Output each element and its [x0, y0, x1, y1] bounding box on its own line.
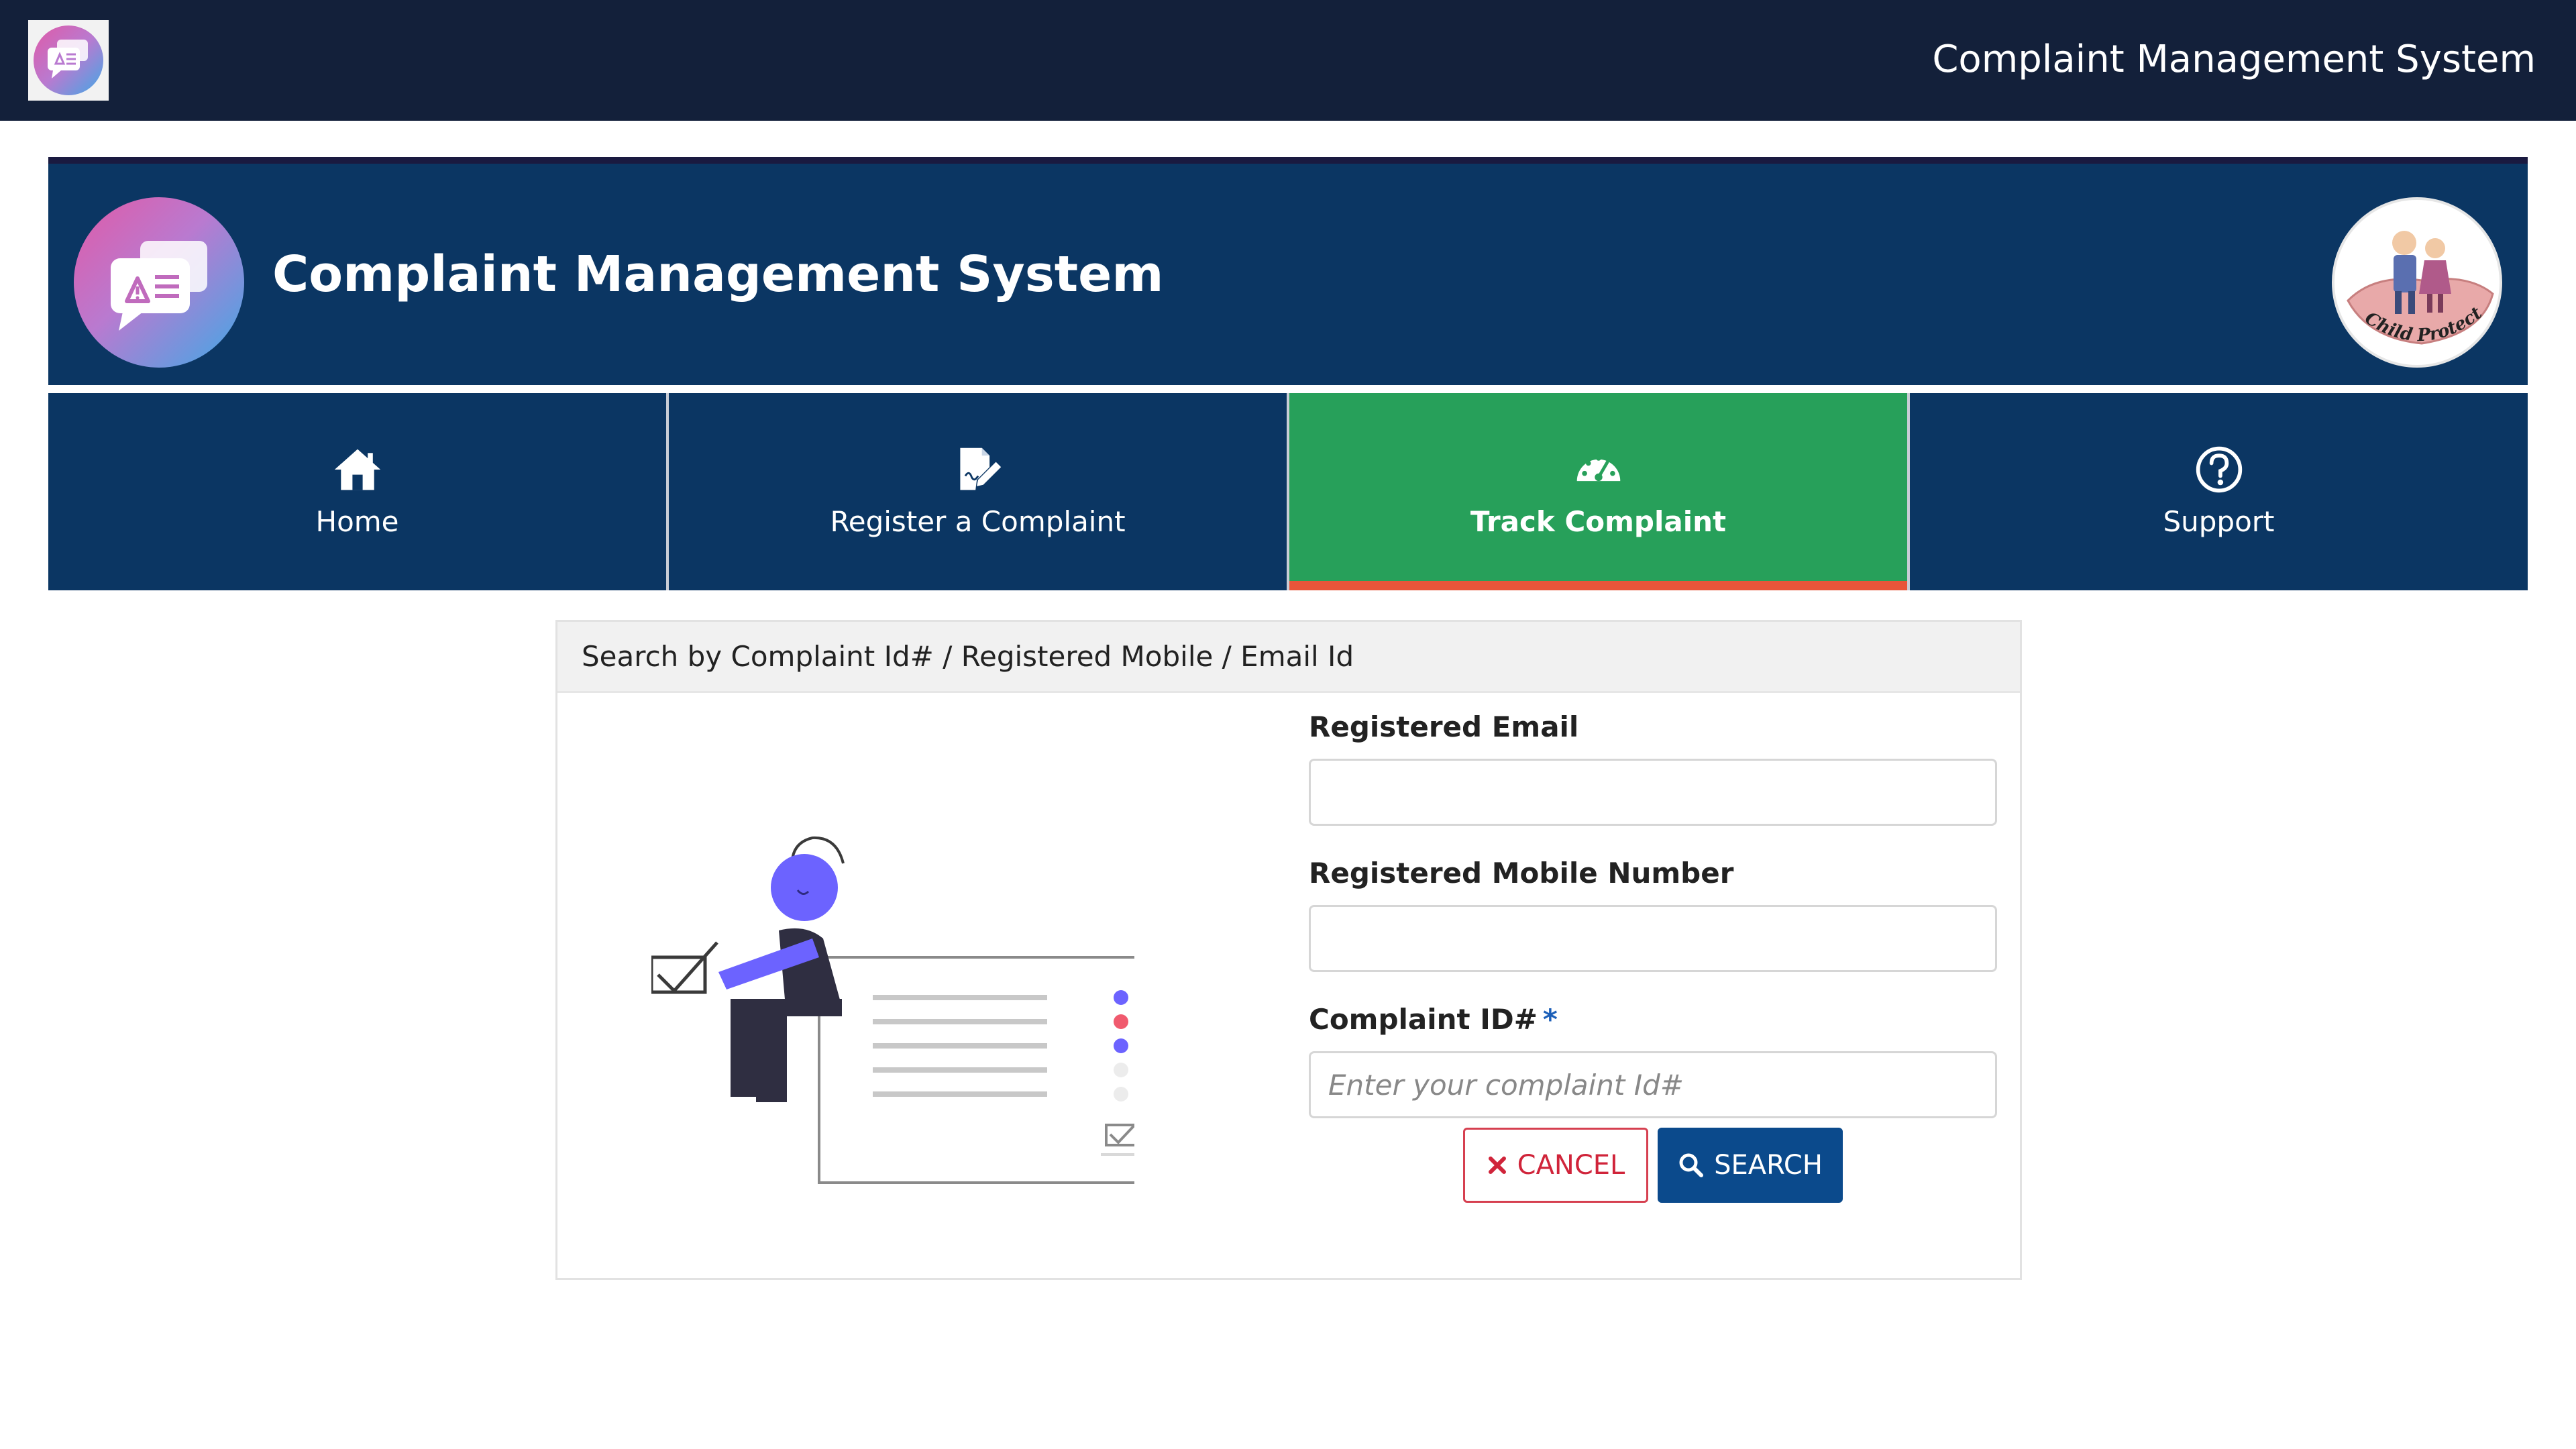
- card-header: Search by Complaint Id# / Registered Mob…: [557, 622, 2020, 693]
- mobile-label: Registered Mobile Number: [1309, 857, 1734, 890]
- search-form: Registered Email Registered Mobile Numbe…: [1309, 709, 2000, 1148]
- search-icon: [1679, 1153, 1704, 1177]
- chat-warning-icon[interactable]: [28, 20, 109, 101]
- header-banner: Complaint Management System Child Protec…: [48, 157, 2528, 385]
- complaint-id-label-text: Complaint ID#: [1309, 1003, 1538, 1036]
- search-button[interactable]: SEARCH: [1658, 1128, 1843, 1203]
- mobile-field[interactable]: [1309, 905, 1997, 972]
- page-title: Complaint Management System: [272, 246, 1164, 303]
- home-icon: [334, 449, 380, 490]
- question-circle-icon: [2196, 446, 2242, 493]
- email-field[interactable]: [1309, 759, 1997, 826]
- complaint-id-field[interactable]: [1309, 1051, 1997, 1118]
- nav-label-support: Support: [2163, 505, 2275, 538]
- cancel-label: CANCEL: [1517, 1150, 1625, 1181]
- nav-item-home[interactable]: Home: [48, 393, 669, 590]
- nav-item-register-complaint[interactable]: Register a Complaint: [669, 393, 1289, 590]
- nav-item-track-complaint[interactable]: Track Complaint: [1289, 393, 1910, 590]
- complaint-id-label: Complaint ID# *: [1309, 1002, 2000, 1038]
- main-nav: Home Register a Complaint Track Complain…: [48, 393, 2528, 590]
- x-icon: [1488, 1157, 1506, 1174]
- edit-document-icon: [959, 447, 1001, 490]
- search-label: SEARCH: [1714, 1150, 1823, 1181]
- nav-label-home: Home: [315, 505, 399, 538]
- child-protection-emblem: Child Protection: [2332, 197, 2502, 368]
- cancel-button[interactable]: CANCEL: [1463, 1128, 1648, 1203]
- top-bar: Complaint Management System: [0, 0, 2576, 121]
- form-actions: CANCEL SEARCH: [1463, 1128, 1843, 1203]
- nav-item-support[interactable]: Support: [1910, 393, 2528, 590]
- speedometer-icon: [1576, 455, 1620, 482]
- nav-label-track: Track Complaint: [1470, 505, 1727, 538]
- app-title: Complaint Management System: [1932, 38, 2536, 81]
- nav-label-register: Register a Complaint: [830, 505, 1126, 538]
- search-card: Search by Complaint Id# / Registered Mob…: [555, 620, 2022, 1280]
- chat-warning-icon: [74, 197, 244, 368]
- person-checklist-illustration: [651, 836, 1134, 1184]
- email-label: Registered Email: [1309, 710, 1579, 743]
- required-mark: *: [1542, 1003, 1558, 1036]
